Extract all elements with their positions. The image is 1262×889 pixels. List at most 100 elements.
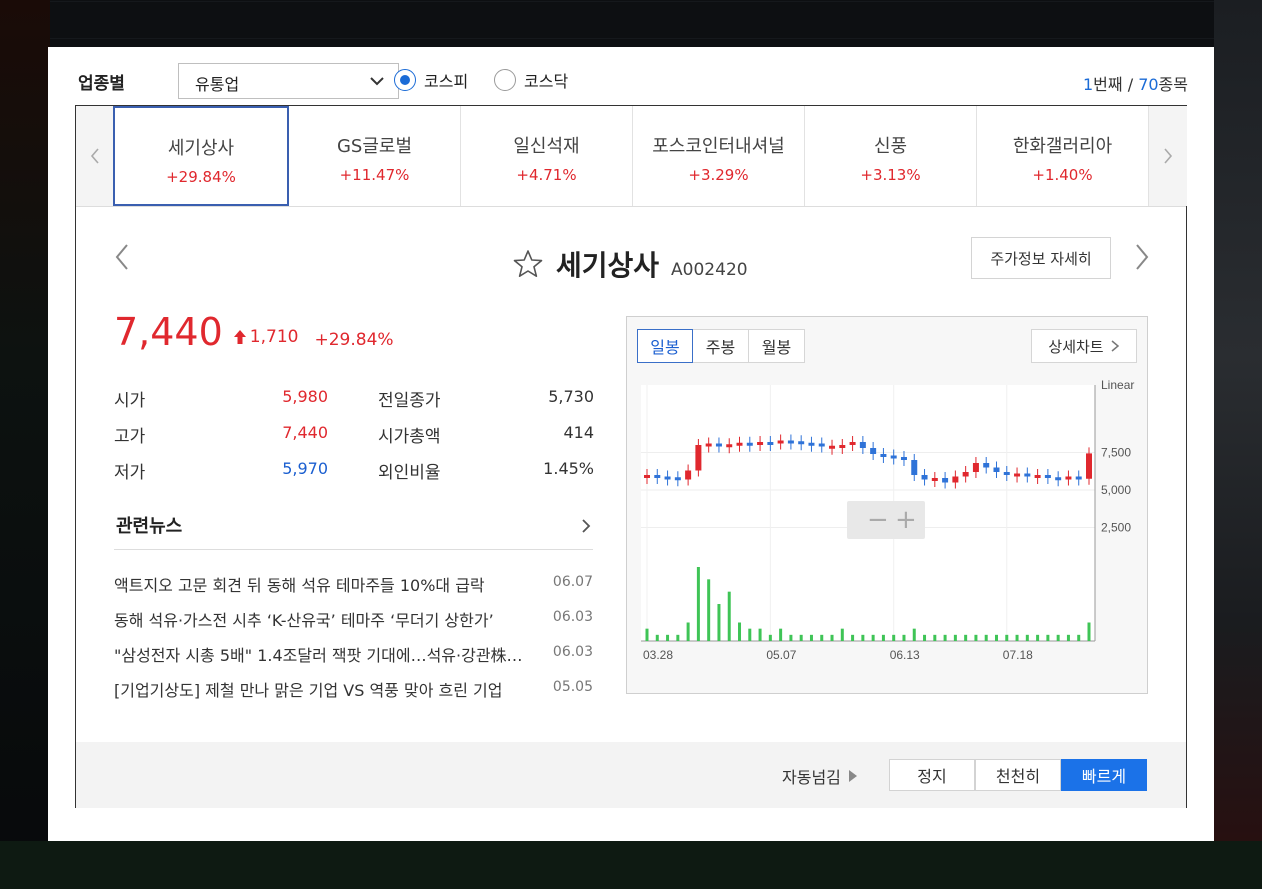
counter-current-suffix: 번째 bbox=[1093, 75, 1123, 94]
slow-button[interactable]: 천천히 bbox=[975, 759, 1061, 791]
price-detail-button[interactable]: 주가정보 자세히 bbox=[971, 237, 1111, 279]
news-item-date: 06.07 bbox=[552, 574, 593, 590]
detail-chart-button[interactable]: 상세차트 bbox=[1031, 329, 1137, 363]
stock-code: A002420 bbox=[671, 260, 748, 280]
chart-candle bbox=[674, 477, 681, 481]
news-item[interactable]: 액트지오 고문 회견 뒤 동해 석유 테마주들 10%대 급락 06.07 bbox=[114, 572, 593, 596]
chart-x-tick-label: 06.13 bbox=[890, 648, 920, 662]
chart-y-tick-label: 5,000 bbox=[1101, 483, 1131, 497]
stat-label-foreign-ratio: 외인비율 bbox=[378, 463, 441, 483]
radio-kospi-label: 코스피 bbox=[424, 72, 469, 91]
tab-daily[interactable]: 일봉 bbox=[637, 329, 693, 363]
stock-tab-change: +11.47% bbox=[339, 166, 410, 184]
next-stock-arrow-icon[interactable] bbox=[1132, 242, 1152, 272]
chart-candle bbox=[685, 470, 692, 480]
counter-total-suffix: 종목 bbox=[1158, 75, 1188, 94]
chart-volume-bar bbox=[912, 628, 916, 641]
background-right-strip bbox=[1214, 0, 1262, 889]
chart-volume-bar bbox=[676, 634, 680, 641]
stat-value-market-cap: 414 bbox=[563, 423, 594, 442]
chart-volume-bar bbox=[861, 634, 865, 641]
chart-volume-bar bbox=[1046, 634, 1050, 641]
stock-tab-3[interactable]: 포스코인터내셔널 +3.29% bbox=[633, 106, 805, 206]
chart-volume-bar bbox=[789, 634, 793, 641]
counter-current: 1 bbox=[1082, 75, 1094, 94]
auto-advance-bar: 자동넘김 정지 천천히 빠르게 bbox=[76, 742, 1186, 808]
zoom-in-icon[interactable]: + bbox=[895, 505, 917, 535]
stock-tab-change: +1.40% bbox=[1032, 166, 1093, 184]
chart-volume-bar bbox=[933, 634, 937, 641]
stock-tab-name: 포스코인터내셔널 bbox=[652, 136, 785, 157]
fast-button[interactable]: 빠르게 bbox=[1061, 759, 1147, 791]
chart-candle bbox=[870, 448, 877, 454]
prev-stock-arrow-icon[interactable] bbox=[112, 242, 132, 272]
chart-candle bbox=[808, 442, 815, 446]
chart-volume-bar bbox=[974, 634, 978, 641]
stat-label-open: 시가 bbox=[114, 391, 146, 411]
chevron-right-icon bbox=[1111, 340, 1119, 352]
stat-value-foreign-ratio: 1.45% bbox=[543, 459, 594, 478]
zoom-out-icon[interactable]: − bbox=[867, 505, 889, 535]
chart-volume-bar bbox=[820, 634, 824, 641]
chart-candle bbox=[839, 445, 846, 448]
radio-kosdaq-dot[interactable] bbox=[494, 69, 516, 91]
star-icon[interactable] bbox=[512, 248, 544, 280]
chart-volume-bar bbox=[696, 567, 700, 641]
stock-tab-change: +4.71% bbox=[516, 166, 577, 184]
background-left-strip bbox=[0, 0, 50, 889]
industry-select[interactable]: 유통업 bbox=[178, 63, 399, 99]
news-item-title: "삼성전자 시총 5배" 1.4조달러 잭팟 기대에…석유·강관株… bbox=[114, 646, 523, 665]
stat-value-high: 7,440 bbox=[282, 423, 328, 442]
chart-y-tick-label: 2,500 bbox=[1101, 521, 1131, 535]
chart-volume-bar bbox=[943, 634, 947, 641]
strip-prev-button[interactable] bbox=[76, 106, 114, 206]
stock-tab-4[interactable]: 신풍 +3.13% bbox=[805, 106, 977, 206]
tab-weekly[interactable]: 주봉 bbox=[693, 329, 749, 363]
news-item-title: 동해 석유·가스전 시추 ‘K-산유국’ 테마주 ‘무더기 상한가’ bbox=[114, 611, 494, 630]
stock-tab-name: 신풍 bbox=[873, 136, 908, 157]
news-item-date: 06.03 bbox=[552, 609, 593, 625]
news-item[interactable]: "삼성전자 시총 5배" 1.4조달러 잭팟 기대에…석유·강관株… 06.03 bbox=[114, 642, 593, 666]
chart-candle bbox=[1075, 476, 1082, 480]
chart-volume-bar bbox=[809, 634, 813, 641]
chart-volume-bar bbox=[727, 591, 731, 641]
chart-candle bbox=[1065, 476, 1072, 480]
radio-kospi-dot[interactable] bbox=[394, 69, 416, 91]
price-chart[interactable]: 2,500 5,000 7,500 Linear 03.28 05.07 06.13 07.1… bbox=[637, 375, 1139, 685]
chart-volume-bar bbox=[655, 634, 659, 641]
tab-monthly[interactable]: 월봉 bbox=[749, 329, 805, 363]
news-item[interactable]: 동해 석유·가스전 시추 ‘K-산유국’ 테마주 ‘무더기 상한가’ 06.03 bbox=[114, 607, 593, 631]
news-item[interactable]: [기업기상도] 제철 만나 맑은 기업 VS 역풍 맞아 흐린 기업 05.05 bbox=[114, 677, 593, 701]
chart-volume-bar bbox=[1005, 634, 1009, 641]
radio-kosdaq[interactable]: 코스닥 bbox=[494, 68, 568, 92]
chart-volume-bar bbox=[840, 628, 844, 641]
chart-volume-bar bbox=[1036, 634, 1040, 641]
chart-volume-bar bbox=[830, 634, 834, 641]
stock-counter: 1번째 / 70종목 bbox=[1083, 71, 1188, 95]
stock-tab-2[interactable]: 일신석재 +4.71% bbox=[461, 106, 633, 206]
chart-volume-bar bbox=[902, 634, 906, 641]
price-change-value: 1,710 bbox=[249, 327, 299, 347]
stock-strip: 세기상사 +29.84% GS글로벌 +11.47% 일신석재 +4.71% 포… bbox=[76, 106, 1187, 207]
chart-candle bbox=[1086, 453, 1092, 479]
stock-tab-0[interactable]: 세기상사 +29.84% bbox=[113, 106, 289, 206]
chart-candle bbox=[757, 442, 764, 445]
chart-candle bbox=[818, 443, 825, 447]
chart-volume-bar bbox=[953, 634, 957, 641]
industry-select-value: 유통업 bbox=[195, 75, 240, 94]
news-item-date: 05.05 bbox=[552, 679, 593, 695]
radio-kospi[interactable]: 코스피 bbox=[394, 68, 468, 92]
chart-candle bbox=[654, 475, 661, 478]
chart-volume-bar bbox=[779, 628, 783, 641]
chevron-right-icon[interactable] bbox=[579, 516, 593, 536]
stock-tab-5[interactable]: 한화갤러리아 +1.40% bbox=[977, 106, 1149, 206]
strip-next-button[interactable] bbox=[1149, 106, 1187, 206]
chart-volume-bar bbox=[1025, 634, 1029, 641]
chart-candle bbox=[911, 460, 918, 475]
chart-volume-bar bbox=[1056, 634, 1060, 641]
chart-candle bbox=[849, 442, 856, 445]
stock-tab-1[interactable]: GS글로벌 +11.47% bbox=[289, 106, 461, 206]
stop-button[interactable]: 정지 bbox=[889, 759, 975, 791]
chart-volume-bar bbox=[923, 634, 927, 641]
stat-label-low: 저가 bbox=[114, 463, 146, 483]
